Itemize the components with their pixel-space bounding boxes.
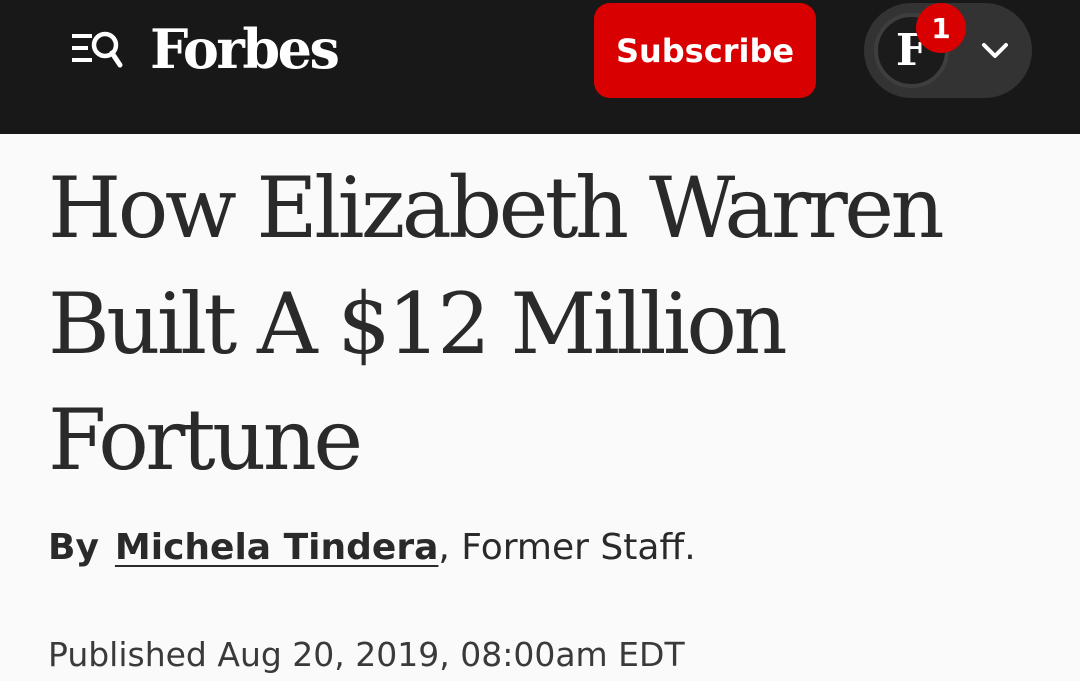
top-navigation-bar: Forbes Subscribe F 1: [0, 0, 1080, 134]
forbes-logo[interactable]: Forbes: [150, 12, 340, 86]
published-date: Published Aug 20, 2019, 08:00am EDT: [48, 635, 685, 674]
byline-separator: ,: [438, 527, 450, 568]
menu-search-icon[interactable]: [70, 28, 124, 74]
article-title: How Elizabeth Warren Built A $12 Million…: [48, 159, 945, 489]
account-menu-button[interactable]: F 1: [864, 3, 1032, 98]
byline: By Michela Tindera, Former Staff.: [48, 520, 696, 576]
byline-prefix: By: [48, 527, 99, 568]
chevron-down-icon: [980, 37, 1010, 65]
subscribe-button[interactable]: Subscribe: [594, 3, 816, 98]
author-role: Former Staff.: [449, 527, 696, 568]
author-link[interactable]: Michela Tindera: [115, 527, 438, 568]
notification-badge: 1: [916, 3, 966, 53]
